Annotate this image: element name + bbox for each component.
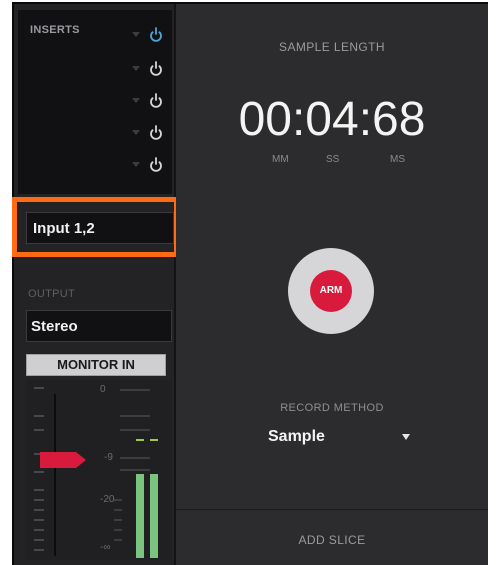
sampler-panel: INSERTS Input 1,2 OUTPUT Stereo MONITOR … [12, 2, 488, 565]
fader-track[interactable] [54, 394, 56, 556]
insert-slot-2[interactable] [126, 60, 166, 80]
unit-mm: MM [272, 154, 289, 165]
meter-bar-left [136, 474, 144, 558]
power-icon[interactable] [148, 60, 164, 78]
unit-ms: MS [390, 154, 405, 165]
highlight-box [12, 197, 179, 257]
unit-ss: SS [326, 154, 340, 165]
chevron-down-icon[interactable] [132, 32, 140, 37]
output-value: Stereo [31, 318, 78, 335]
chevron-down-icon[interactable] [132, 162, 140, 167]
meter-graphic [34, 387, 158, 558]
meter-bar-right [150, 474, 158, 558]
scale-label-20: -20 [100, 494, 115, 505]
channel-strip: INSERTS Input 1,2 OUTPUT Stereo MONITOR … [12, 4, 179, 565]
monitor-in-button[interactable]: MONITOR IN [26, 354, 166, 376]
power-icon[interactable] [148, 92, 164, 110]
record-method-label: RECORD METHOD [280, 402, 384, 414]
fader-handle[interactable] [40, 452, 86, 468]
insert-slot-1[interactable] [126, 26, 166, 46]
output-label: OUTPUT [28, 288, 76, 300]
insert-slot-4[interactable] [126, 124, 166, 144]
insert-slot-5[interactable] [126, 156, 166, 176]
arm-button[interactable]: ARM [288, 248, 374, 334]
chevron-down-icon[interactable] [132, 98, 140, 103]
chevron-down-icon[interactable] [132, 130, 140, 135]
insert-slot-3[interactable] [126, 92, 166, 112]
scale-label-9: -9 [104, 452, 113, 463]
power-icon[interactable] [148, 26, 164, 44]
power-icon[interactable] [148, 156, 164, 174]
chevron-down-icon[interactable] [402, 434, 410, 440]
chevron-down-icon[interactable] [132, 66, 140, 71]
arm-label: ARM [310, 270, 352, 312]
sample-length-time: 00:04:68 [238, 93, 426, 146]
scale-label-inf: -∞ [100, 542, 111, 553]
add-slice-button[interactable]: ADD SLICE [176, 533, 488, 547]
level-meter: 0 -9 -20 -∞ [26, 380, 172, 560]
output-selector[interactable]: Stereo [26, 310, 172, 342]
inserts-label: INSERTS [30, 24, 80, 36]
scale-label-0: 0 [100, 384, 106, 395]
sample-length-label: SAMPLE LENGTH [279, 40, 385, 54]
power-icon[interactable] [148, 124, 164, 142]
record-method-value[interactable]: Sample [268, 428, 325, 446]
divider [176, 509, 488, 510]
record-panel: SAMPLE LENGTH 00:04:68 MM SS MS ARM RECO… [176, 4, 488, 565]
